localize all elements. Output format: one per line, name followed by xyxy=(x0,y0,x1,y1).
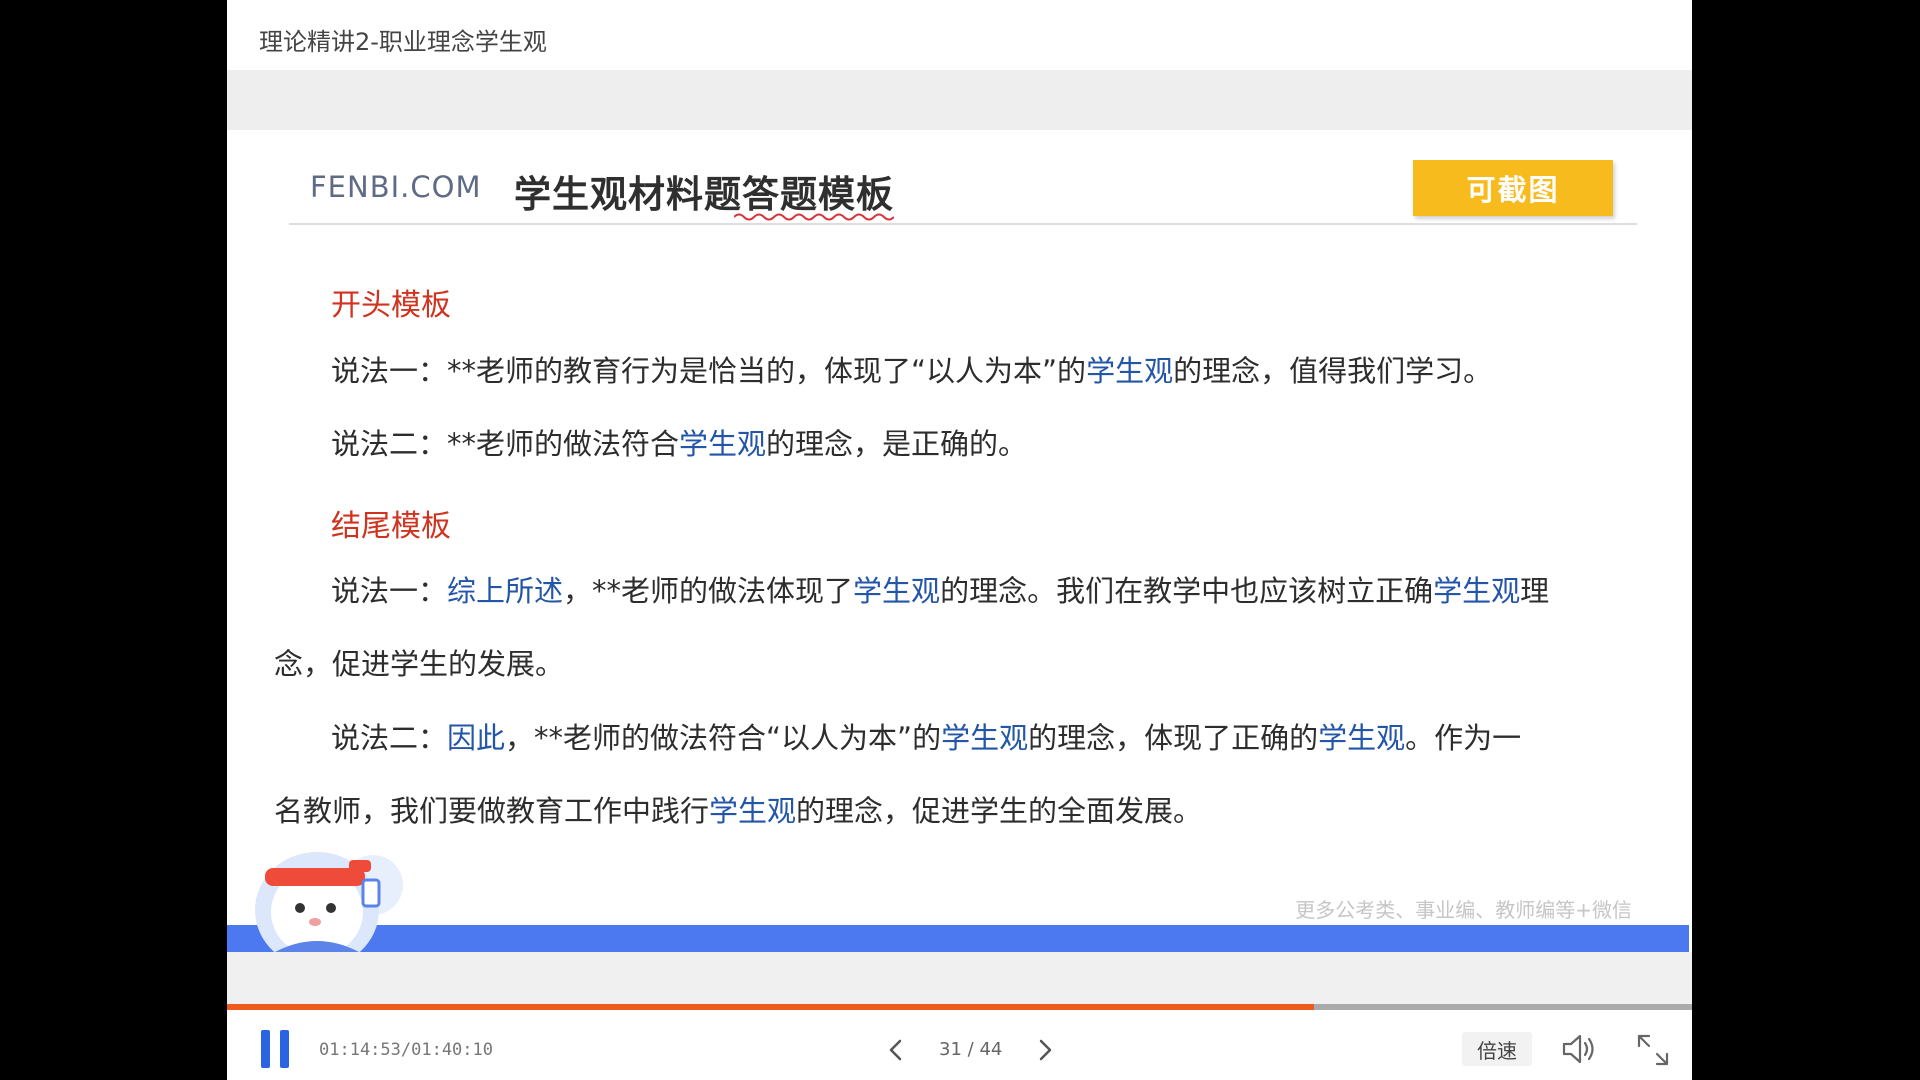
pause-icon xyxy=(280,1030,289,1068)
volume-icon[interactable] xyxy=(1560,1032,1598,1066)
keyword-student-view: 学生观 xyxy=(1086,354,1174,388)
fullscreen-icon[interactable] xyxy=(1635,1032,1671,1068)
keyword-student-view: 学生观 xyxy=(709,794,797,828)
keyword-student-view: 学生观 xyxy=(679,427,767,461)
keyword-student-view: 学生观 xyxy=(853,574,941,608)
slide-bottom-margin xyxy=(227,952,1692,1004)
slide-title-text: 学生观材料题答题模板 xyxy=(514,173,894,216)
title-divider xyxy=(289,223,1637,225)
closing-option-2-line-2: 名教师，我们要做教育工作中践行学生观的理念，促进学生的全面发展。 xyxy=(274,794,1203,828)
playback-speed-button[interactable]: 倍速 xyxy=(1462,1032,1532,1066)
closing-option-1-line-1: 说法一：综上所述，**老师的做法体现了学生观的理念。我们在教学中也应该树立正确学… xyxy=(331,574,1550,608)
video-player: 理论精讲2-职业理念学生观 FENBI.COM 学生观材料题答题模板 可截图 开… xyxy=(227,0,1692,1080)
slide-top-margin xyxy=(227,70,1692,130)
closing-option-2-line-1: 说法二：因此，**老师的做法符合“以人为本”的学生观的理念，体现了正确的学生观。… xyxy=(331,721,1522,755)
lecture-slide: FENBI.COM 学生观材料题答题模板 可截图 开头模板 说法一：**老师的教… xyxy=(227,130,1692,952)
keyword-student-view: 学生观 xyxy=(1318,721,1406,755)
keyword-therefore: 因此 xyxy=(447,721,506,755)
pause-icon xyxy=(261,1030,270,1068)
player-title-bar: 理论精讲2-职业理念学生观 xyxy=(227,0,1692,70)
mascot-character-icon xyxy=(255,852,403,952)
keyword-in-summary: 综上所述 xyxy=(447,574,564,608)
next-page-icon[interactable] xyxy=(1033,1036,1057,1064)
opening-template-heading: 开头模板 xyxy=(331,288,451,323)
video-title: 理论精讲2-职业理念学生观 xyxy=(259,28,547,56)
brand-logo-text: FENBI.COM xyxy=(310,170,482,204)
screenshot-allowed-badge: 可截图 xyxy=(1413,160,1613,216)
prev-page-icon[interactable] xyxy=(884,1036,908,1064)
opening-option-1: 说法一：**老师的教育行为是恰当的，体现了“以人为本”的学生观的理念，值得我们学… xyxy=(331,354,1493,388)
keyword-student-view: 学生观 xyxy=(941,721,1029,755)
keyword-student-view: 学生观 xyxy=(1433,574,1521,608)
opening-option-2: 说法二：**老师的做法符合学生观的理念，是正确的。 xyxy=(331,427,1028,461)
pause-button[interactable] xyxy=(257,1030,293,1068)
page-separator: / xyxy=(967,1039,974,1060)
current-page: 31 xyxy=(939,1039,962,1060)
total-pages: 44 xyxy=(979,1039,1003,1060)
slide-title: 学生观材料题答题模板 xyxy=(514,164,894,221)
time-display: 01:14:53/01:40:10 xyxy=(319,1040,493,1060)
page-indicator: 31 / 44 xyxy=(939,1039,1002,1060)
closing-template-heading: 结尾模板 xyxy=(331,509,451,544)
player-controls: 01:14:53/01:40:10 31 / 44 倍速 xyxy=(227,1010,1692,1080)
slide-footer-band xyxy=(227,925,1689,952)
closing-option-1-line-2: 念，促进学生的发展。 xyxy=(274,647,565,681)
spellcheck-underline xyxy=(734,213,894,221)
